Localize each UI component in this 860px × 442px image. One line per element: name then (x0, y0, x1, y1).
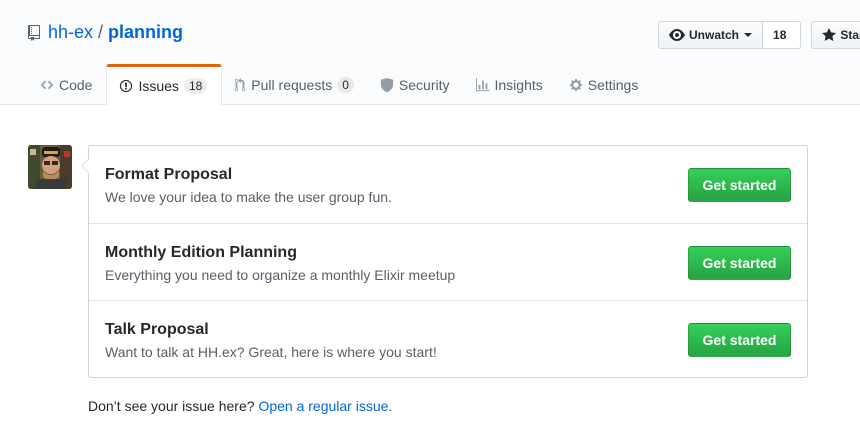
issue-template-row: Monthly Edition Planning Everything you … (89, 223, 807, 300)
get-started-button[interactable]: Get started (688, 168, 791, 202)
repo-title: hh-ex / planning (28, 22, 183, 43)
template-description: Want to talk at HH.ex? Great, here is wh… (105, 344, 437, 360)
template-title: Talk Proposal (105, 321, 209, 338)
unwatch-button[interactable]: Unwatch (658, 21, 764, 49)
issue-template-row: Talk Proposal Want to talk at HH.ex? Gre… (89, 300, 807, 377)
template-description: We love your idea to make the user group… (105, 189, 392, 205)
star-label: Star (840, 28, 860, 42)
template-title: Monthly Edition Planning (105, 244, 297, 261)
open-regular-issue-link[interactable]: Open a regular issue. (258, 398, 392, 414)
chevron-down-icon (744, 33, 753, 37)
template-description: Everything you need to organize a monthl… (105, 267, 456, 283)
tab-label: Settings (587, 76, 639, 93)
tab-code[interactable]: Code (28, 64, 106, 105)
git-pull-request-icon (235, 77, 246, 91)
repository-header: hh-ex / planning Unwatch 18 Star Code (0, 0, 860, 106)
shield-icon (380, 77, 394, 92)
repo-name-link[interactable]: planning (108, 22, 183, 43)
repo-actions: Unwatch 18 Star (658, 21, 860, 49)
issue-template-row: Format Proposal We love your idea to mak… (89, 146, 807, 223)
tab-pull-requests[interactable]: Pull requests 0 (222, 64, 368, 105)
avatar-image (28, 145, 72, 189)
footer-note: Don’t see your issue here? Open a regula… (88, 398, 392, 414)
unwatch-label: Unwatch (689, 28, 740, 42)
tab-label: Insights (494, 76, 543, 93)
issue-templates-list: Format Proposal We love your idea to mak… (81, 145, 808, 378)
tab-label: Security (398, 76, 450, 93)
repo-owner-link[interactable]: hh-ex (48, 22, 93, 43)
repo-nav-tabs: Code Issues 18 Pull requests 0 Security (28, 64, 653, 106)
watchers-count-link[interactable]: 18 (763, 21, 802, 49)
tab-label: Code (59, 76, 93, 93)
issue-opened-icon (120, 79, 133, 93)
graph-icon (475, 77, 490, 91)
issues-count-badge: 18 (183, 78, 208, 94)
eye-icon (669, 29, 685, 41)
star-icon (822, 28, 837, 41)
tab-insights[interactable]: Insights (464, 64, 557, 105)
gear-icon (569, 78, 582, 91)
pull-requests-count-badge: 0 (337, 76, 354, 93)
avatar[interactable] (28, 145, 72, 189)
tab-label: Issues (138, 78, 179, 94)
tab-security[interactable]: Security (368, 64, 464, 105)
get-started-button[interactable]: Get started (688, 246, 791, 280)
template-title: Format Proposal (105, 166, 233, 183)
tab-label: Pull requests (251, 76, 333, 93)
code-icon (40, 80, 54, 89)
star-button[interactable]: Star (811, 21, 860, 49)
tab-issues[interactable]: Issues 18 (106, 64, 223, 106)
tab-settings[interactable]: Settings (557, 64, 653, 105)
footer-text: Don’t see your issue here? (88, 398, 255, 414)
repo-icon (28, 24, 40, 41)
path-separator: / (98, 22, 104, 42)
get-started-button[interactable]: Get started (688, 323, 791, 357)
